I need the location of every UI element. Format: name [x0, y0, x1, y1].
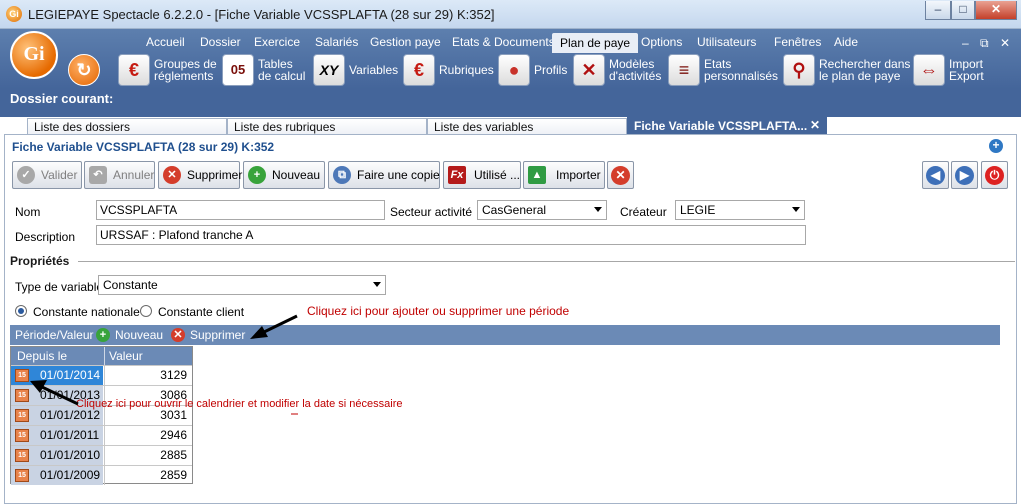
annotation-arrows — [30, 314, 298, 415]
arrow-to-calendar — [30, 380, 79, 406]
arrow-to-periode-bar — [250, 314, 298, 339]
